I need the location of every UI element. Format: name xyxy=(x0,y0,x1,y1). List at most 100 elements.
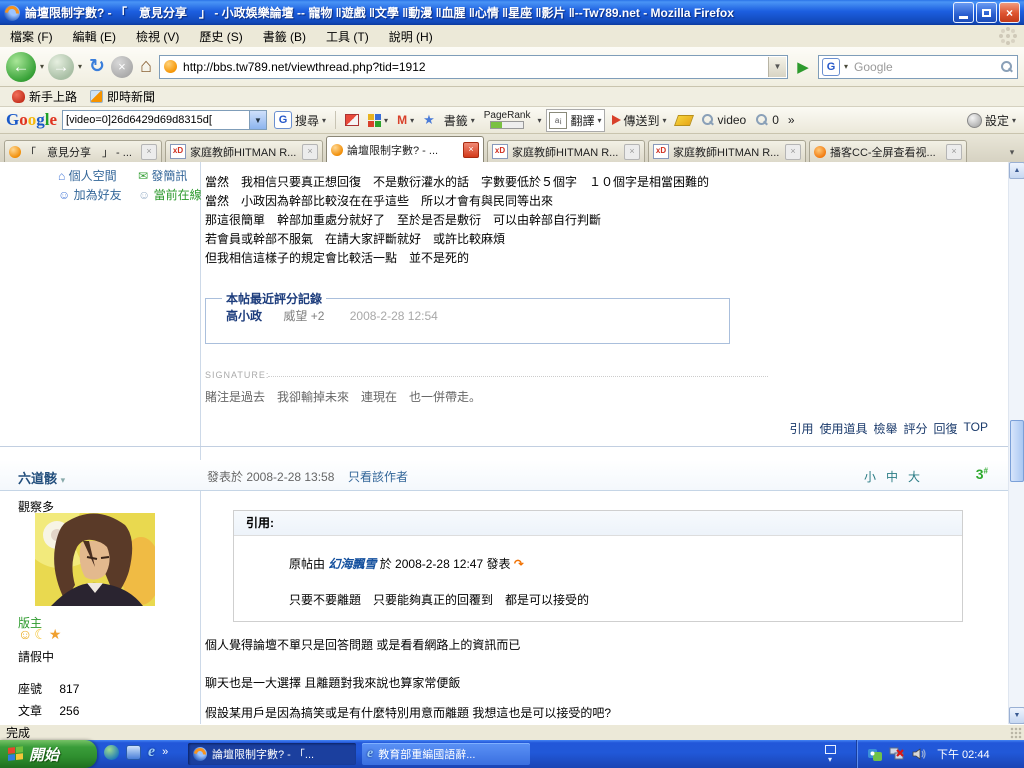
font-large-link[interactable]: 大 xyxy=(908,468,920,485)
tab-2[interactable]: xD 家庭教師HITMAN R... × xyxy=(165,140,323,162)
bookmark-getting-started[interactable]: 新手上路 xyxy=(8,88,81,105)
quick-launch-globe-icon[interactable] xyxy=(104,745,119,760)
bookmark-latest-headlines[interactable]: 即時新聞 xyxy=(86,88,159,105)
translate-button[interactable]: a¡ 翻譯 ▾ xyxy=(546,109,604,132)
menu-bookmarks[interactable]: 書籤 (B) xyxy=(253,25,316,48)
go-button[interactable]: ▶ xyxy=(791,55,815,79)
gmail-button[interactable]: M▾ xyxy=(395,111,416,129)
search-icon[interactable] xyxy=(1000,60,1014,74)
highlighter-button[interactable] xyxy=(674,113,694,128)
url-bar[interactable]: ▼ xyxy=(159,55,788,79)
stop-button[interactable]: × xyxy=(111,56,133,78)
restore-button[interactable] xyxy=(976,2,997,23)
tab-close-icon[interactable]: × xyxy=(302,144,318,160)
tab-1[interactable]: 「 意見分享 」 - ... × xyxy=(4,140,162,162)
star-bookmark-button[interactable]: ★ xyxy=(421,110,437,130)
send-message-link[interactable]: ✉ 發簡訊 xyxy=(138,167,187,184)
quote-link[interactable]: 引用 xyxy=(789,420,813,437)
tab-4[interactable]: xD 家庭教師HITMAN R... × xyxy=(487,140,645,162)
google-engine-icon[interactable]: G xyxy=(822,58,840,76)
floor-number-link[interactable]: 3# xyxy=(976,466,988,482)
quoted-user-link[interactable]: 幻海飄雪 xyxy=(328,557,376,571)
sendto-button[interactable]: 傳送到▾ xyxy=(610,110,669,131)
tab-list-dropdown[interactable]: ▾ xyxy=(1004,142,1020,162)
tab-6[interactable]: 播客CC-全屏查看视... × xyxy=(809,140,967,162)
word-find-video-button[interactable]: video xyxy=(699,111,749,129)
firefox-app-icon xyxy=(4,5,20,21)
scroll-up-icon[interactable]: ▲ xyxy=(1009,162,1024,179)
task-button-ie[interactable]: e 教育部重編國語辭... xyxy=(362,743,530,765)
home-button[interactable]: ⌂ xyxy=(136,55,156,78)
url-history-dropdown[interactable]: ▼ xyxy=(768,57,786,77)
vertical-scrollbar[interactable]: ▲ ▼ xyxy=(1008,162,1024,724)
search-bar[interactable]: G ▾ xyxy=(818,55,1018,79)
tab-close-icon[interactable]: × xyxy=(463,142,479,158)
chevron-down-icon: ▾ xyxy=(384,116,388,125)
url-input[interactable] xyxy=(181,59,764,75)
reply-link[interactable]: 回復 xyxy=(934,420,958,437)
google-query-text[interactable]: [video=0]26d6429d69d8315d[ xyxy=(63,114,249,126)
menu-help[interactable]: 說明 (H) xyxy=(379,25,443,48)
menu-view[interactable]: 檢視 (V) xyxy=(126,25,189,48)
menu-edit[interactable]: 編輯 (E) xyxy=(63,25,126,48)
font-small-link[interactable]: 小 xyxy=(864,468,876,485)
close-button[interactable]: × xyxy=(999,2,1020,23)
google-search-combo[interactable]: [video=0]26d6429d69d8315d[ ▼ xyxy=(62,110,267,130)
task-button-firefox[interactable]: 論壇限制字數? - 「... xyxy=(188,743,356,765)
forward-dropdown-icon[interactable]: ▾ xyxy=(78,62,82,71)
word-find-zero-button[interactable]: 0 xyxy=(753,111,781,129)
profile-space-link[interactable]: ⌂ 個人空間 xyxy=(58,167,117,184)
tab-close-icon[interactable]: × xyxy=(946,144,962,160)
scrollbar-thumb[interactable] xyxy=(1010,420,1024,482)
post-divider xyxy=(0,446,1008,447)
post-body-line: 若會員或幹部不服氣 在請大家評斷就好 或許比較麻煩 xyxy=(205,230,505,247)
add-friend-link[interactable]: ☺ 加為好友 xyxy=(58,186,122,203)
apps-button[interactable]: ▾ xyxy=(366,112,390,129)
only-this-author-link[interactable]: 只看該作者 xyxy=(348,468,408,485)
minimize-button[interactable] xyxy=(953,2,974,23)
font-medium-link[interactable]: 中 xyxy=(886,468,898,485)
rate-link[interactable]: 評分 xyxy=(904,420,928,437)
back-button[interactable]: ← xyxy=(6,52,36,82)
menu-file[interactable]: 檔案 (F) xyxy=(0,25,63,48)
tray-volume-icon[interactable] xyxy=(911,746,927,762)
menu-tools[interactable]: 工具 (T) xyxy=(316,25,379,48)
bookmarks-menu-button[interactable]: 書籤▾ xyxy=(442,110,477,131)
quick-launch-app-icon[interactable] xyxy=(126,745,141,760)
tab-close-icon[interactable]: × xyxy=(141,144,157,160)
engine-dropdown-icon[interactable]: ▾ xyxy=(844,62,848,71)
forum-favicon xyxy=(331,144,343,156)
send-arrow-icon xyxy=(612,115,621,125)
google-search-button[interactable]: G 搜尋 ▾ xyxy=(272,109,328,131)
tab-3-active[interactable]: 論壇限制字數? - ... × xyxy=(326,136,484,162)
toolbar-overflow-button[interactable]: » xyxy=(786,111,797,129)
quick-launch-overflow-icon[interactable]: » xyxy=(162,746,168,758)
author-name-link[interactable]: 六道骸 ▾ xyxy=(18,468,65,487)
scroll-down-icon[interactable]: ▼ xyxy=(1009,707,1024,724)
quick-launch-ie-icon[interactable]: e xyxy=(148,743,155,761)
back-dropdown-icon[interactable]: ▾ xyxy=(40,62,44,71)
forward-button[interactable]: → xyxy=(48,54,74,80)
settings-button[interactable]: 設定▾ xyxy=(965,110,1018,131)
avatar[interactable] xyxy=(35,513,155,606)
photos-button[interactable] xyxy=(343,112,361,128)
tray-messenger-icon[interactable] xyxy=(867,746,883,762)
taskbar-chevron[interactable]: ▾ xyxy=(818,742,842,766)
top-link[interactable]: TOP xyxy=(964,420,988,437)
query-dropdown-icon[interactable]: ▼ xyxy=(249,111,266,129)
tab-close-icon[interactable]: × xyxy=(785,144,801,160)
report-link[interactable]: 檢舉 xyxy=(874,420,898,437)
tab-close-icon[interactable]: × xyxy=(624,144,640,160)
reload-button[interactable]: ↻ xyxy=(86,55,108,78)
rating-user-link[interactable]: 高小政 xyxy=(226,309,262,323)
use-props-link[interactable]: 使用道具 xyxy=(819,420,867,437)
chevron-down-icon[interactable]: ▾ xyxy=(537,116,541,125)
tray-network-disconnected-icon[interactable] xyxy=(889,746,905,762)
comic-site-favicon: xD xyxy=(170,144,186,159)
tab-5[interactable]: xD 家庭教師HITMAN R... × xyxy=(648,140,806,162)
start-button[interactable]: 開始 xyxy=(0,740,97,768)
menu-history[interactable]: 歷史 (S) xyxy=(189,25,252,48)
search-input[interactable] xyxy=(852,59,997,75)
pagerank-widget[interactable]: PageRank xyxy=(482,109,533,131)
goto-quoted-post-icon[interactable]: ↷ xyxy=(514,557,524,571)
